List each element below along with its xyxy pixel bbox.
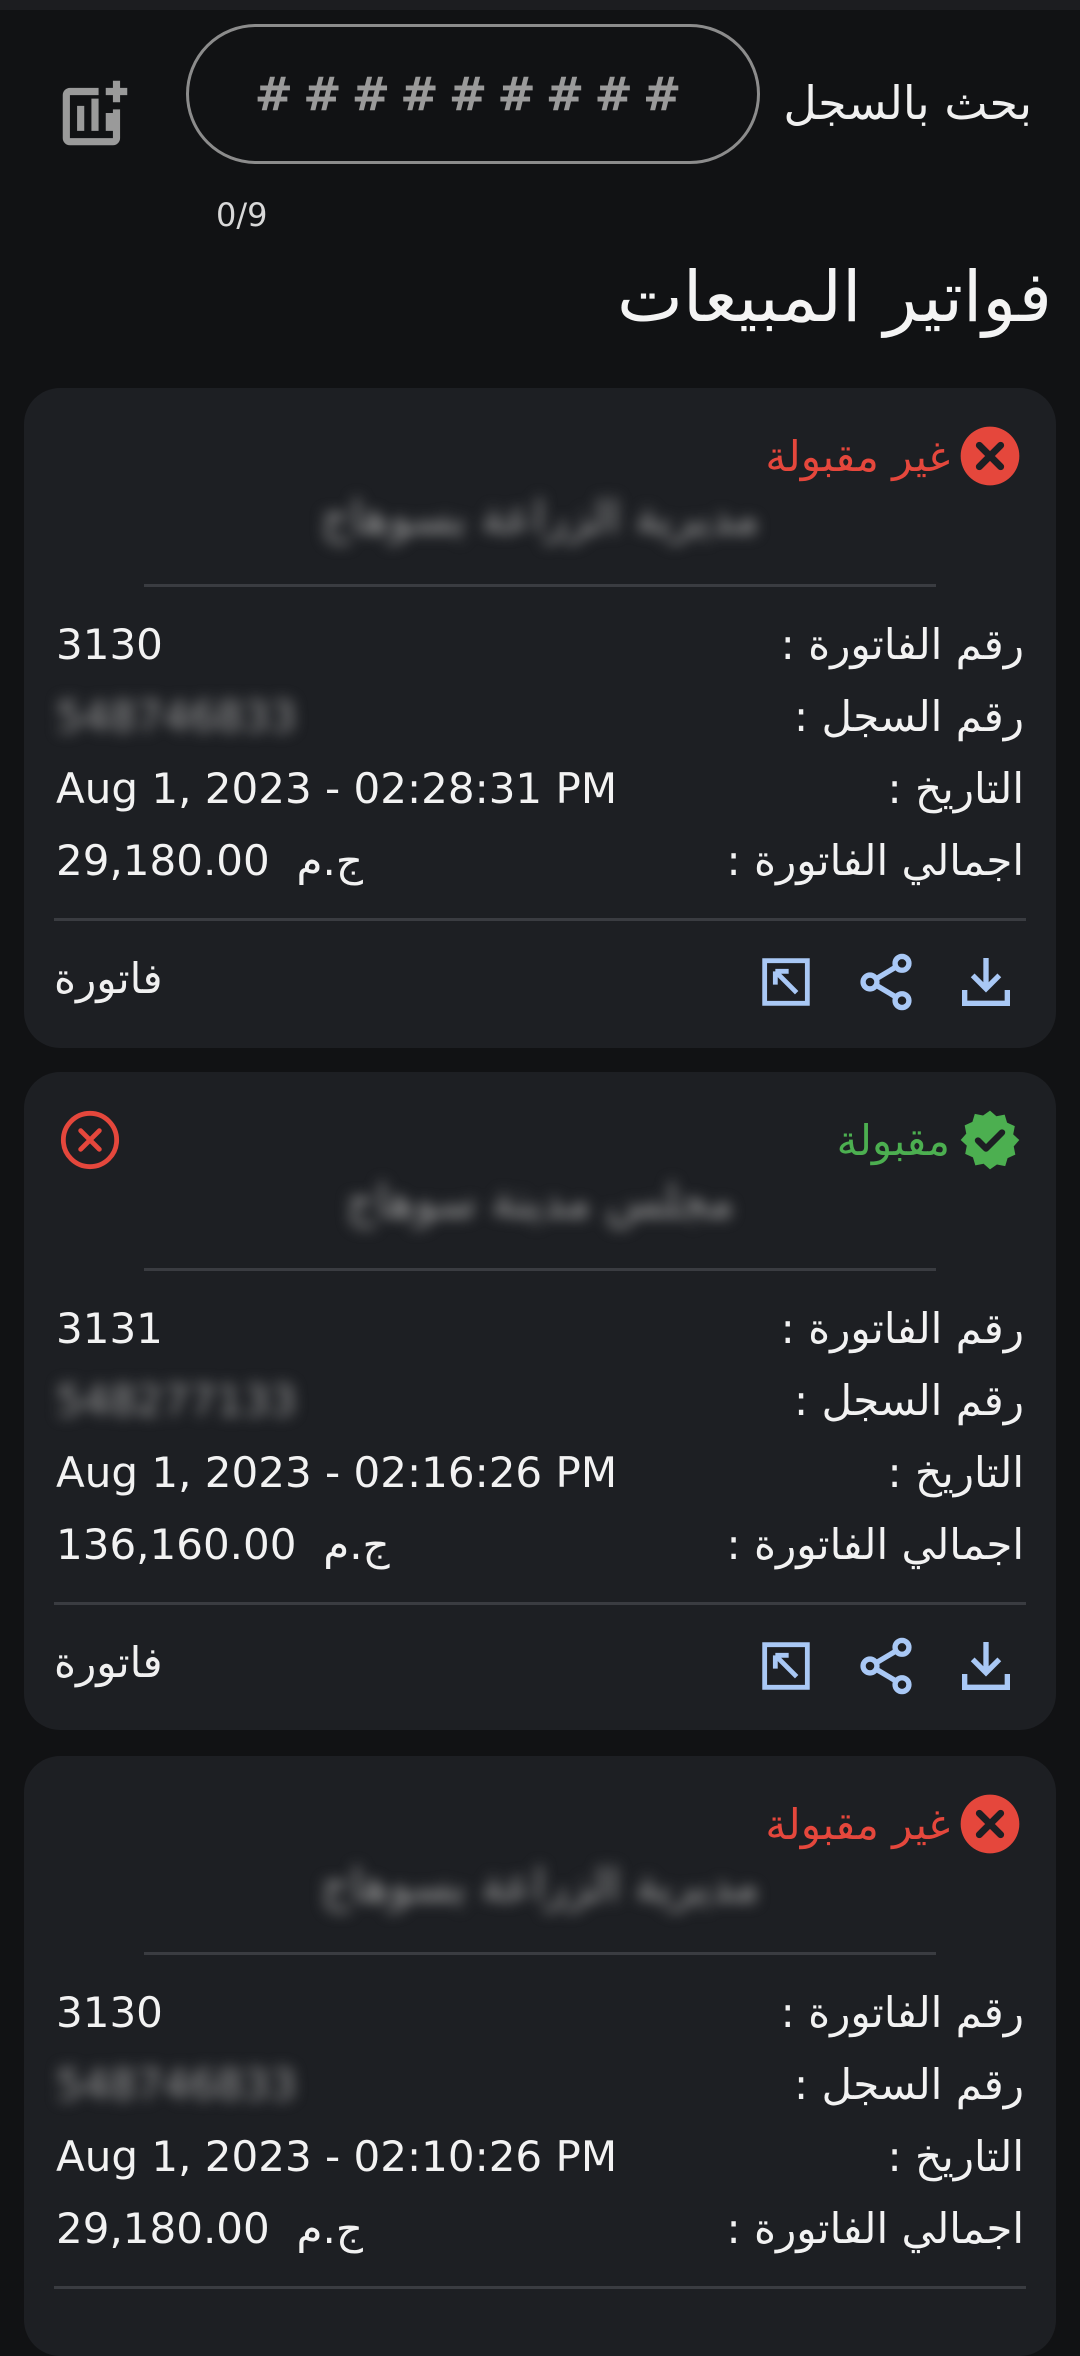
invoice-card: غير مقبولة مديرية الزراعة بسوهاج رقم الف… [24,388,1056,1048]
add-chart-icon[interactable] [52,70,138,156]
total-label: اجمالي الفاتورة : [726,2204,1024,2253]
invoice-number-label: رقم الفاتورة : [780,1988,1024,2037]
open-external-icon[interactable] [754,1634,818,1698]
total-label: اجمالي الفاتورة : [726,1520,1024,1569]
status-badge: غير مقبولة [765,1792,1022,1856]
total-row: اجمالي الفاتورة : ج.م 136,160.00 [56,1520,1024,1580]
date-label: التاريخ : [887,1448,1024,1497]
date-row: التاريخ : Aug 1, 2023 - 02:16:26 PM [56,1448,1024,1508]
cancel-invoice-icon[interactable] [58,1108,122,1172]
total-value: ج.م 29,180.00 [56,836,363,885]
company-name: مجلس مدينة سوهاج [346,1174,734,1228]
status-text: غير مقبولة [765,431,950,481]
download-icon[interactable] [954,950,1018,1014]
registry-number-value: 548746833 [56,692,297,741]
invoice-number-row: رقم الفاتورة : 3131 [56,1304,1024,1364]
date-row: التاريخ : Aug 1, 2023 - 02:10:26 PM [56,2132,1024,2192]
invoice-number-label: رقم الفاتورة : [780,620,1024,669]
divider [54,918,1026,921]
total-amount: 136,160.00 [56,1520,297,1569]
status-badge: غير مقبولة [765,424,1022,488]
invoice-number-value: 3131 [56,1304,163,1353]
invoice-number-value: 3130 [56,1988,163,2037]
date-label: التاريخ : [887,764,1024,813]
total-value: ج.م 29,180.00 [56,2204,363,2253]
divider [144,584,936,587]
search-row: ######### بحث بالسجل [0,24,1080,164]
share-icon[interactable] [854,950,918,1014]
currency: ج.م [296,2204,363,2253]
invoice-card: مقبولة مجلس مدينة سوهاج رقم الفاتورة : 3… [24,1072,1056,1730]
invoice-number-row: رقم الفاتورة : 3130 [56,1988,1024,2048]
currency: ج.م [323,1520,390,1569]
invoice-number-value: 3130 [56,620,163,669]
total-amount: 29,180.00 [56,2204,270,2253]
status-bar-strip [0,0,1080,10]
invoice-card: غير مقبولة مديرية الزراعة بسوهاج رقم الف… [24,1756,1056,2356]
download-icon[interactable] [954,1634,1018,1698]
company-name: مديرية الزراعة بسوهاج [320,490,760,544]
registry-number-value: 548277133 [56,1376,297,1425]
total-row: اجمالي الفاتورة : ج.م 29,180.00 [56,836,1024,896]
card-actions: فاتورة [24,1616,1056,1716]
status-text: مقبولة [836,1115,950,1165]
date-value: Aug 1, 2023 - 02:28:31 PM [56,764,618,813]
registry-number-label: رقم السجل : [793,2060,1024,2109]
date-value: Aug 1, 2023 - 02:10:26 PM [56,2132,618,2181]
registry-number-row: رقم السجل : 548746833 [56,692,1024,752]
total-row: اجمالي الفاتورة : ج.م 29,180.00 [56,2204,1024,2264]
company-name: مديرية الزراعة بسوهاج [320,1858,760,1912]
registry-number-label: رقم السجل : [793,692,1024,741]
verified-icon [960,1110,1020,1170]
rejected-icon [960,426,1020,486]
page-title: فواتير المبيعات [616,256,1052,338]
invoice-number-row: رقم الفاتورة : 3130 [56,620,1024,680]
rejected-icon [960,1794,1020,1854]
registry-number-row: رقم السجل : 548277133 [56,1376,1024,1436]
status-badge: مقبولة [837,1108,1022,1172]
divider [144,1268,936,1271]
card-actions: فاتورة [24,932,1056,1032]
date-value: Aug 1, 2023 - 02:16:26 PM [56,1448,618,1497]
registry-number-value: 548746833 [56,2060,297,2109]
search-counter: 0/9 [216,196,268,234]
open-external-icon[interactable] [754,950,818,1014]
total-value: ج.م 136,160.00 [56,1520,390,1569]
registry-number-label: رقم السجل : [793,1376,1024,1425]
currency: ج.م [296,836,363,885]
search-input[interactable]: ######### [186,24,760,164]
divider [54,1602,1026,1605]
invoice-link[interactable]: فاتورة [54,954,163,1003]
search-label: بحث بالسجل [783,76,1032,130]
date-row: التاريخ : Aug 1, 2023 - 02:28:31 PM [56,764,1024,824]
divider [54,2286,1026,2289]
total-label: اجمالي الفاتورة : [726,836,1024,885]
invoice-number-label: رقم الفاتورة : [780,1304,1024,1353]
registry-number-row: رقم السجل : 548746833 [56,2060,1024,2120]
invoice-link[interactable]: فاتورة [54,1638,163,1687]
status-text: غير مقبولة [765,1799,950,1849]
total-amount: 29,180.00 [56,836,270,885]
divider [144,1952,936,1955]
date-label: التاريخ : [887,2132,1024,2181]
share-icon[interactable] [854,1634,918,1698]
